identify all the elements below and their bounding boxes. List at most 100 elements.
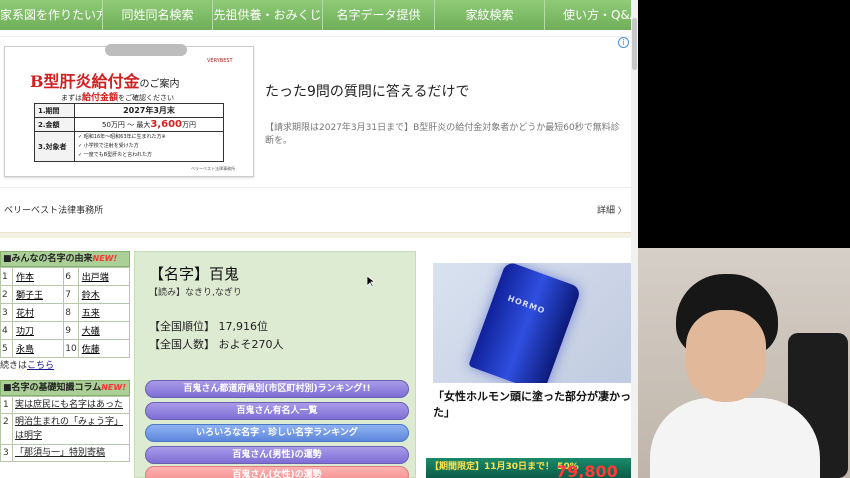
table-row: 2 明治生まれの「みょう字」は明字 xyxy=(0,413,130,445)
ad-sale-banner[interactable]: 【期間限定】11月30日まで！ 50% 79,800 xyxy=(426,458,631,478)
ad-detail-label: 詳細 xyxy=(597,206,616,216)
table-row: 4 功刀 9 大礒 xyxy=(0,321,131,340)
rank-name-link[interactable]: 功刀 xyxy=(11,321,65,340)
ad-headline[interactable]: たった9問の質問に答えるだけで xyxy=(265,81,470,101)
column-link[interactable]: 「那須与一」特別寄稿 xyxy=(12,444,130,462)
table-row: 2 獅子王 7 鈴木 xyxy=(0,285,131,304)
more-prefix: 続きは xyxy=(0,361,28,371)
rank-number: 1 xyxy=(0,267,13,286)
ranking-table: 1 作本 6 出戸端 2 獅子王 7 鈴木 3 花村 8 五来 4 功刀 9 大… xyxy=(0,267,131,358)
ad-condition: ✓ 昭和16年〜昭和63年に生まれた方※ xyxy=(78,134,166,140)
ad-image-title-text: B型肝炎給付金 xyxy=(30,72,140,91)
more-line: 続きはこちら xyxy=(0,358,130,374)
ad-info-table: 1.期間 2027年3月末 2.金額 50万円 ～ 最大3,600万円 3.対象… xyxy=(34,103,224,162)
ad-product-headline[interactable]: 「女性ホルモン頭に塗った部分が凄かった」 xyxy=(433,389,631,421)
ad-advertiser[interactable]: ベリーベスト法律事務所 xyxy=(4,203,103,216)
rank-number: 4 xyxy=(0,321,13,340)
bottle-label: HORMO xyxy=(506,293,547,316)
top-nav: 家系図を作りたい方 同姓同名検索 先祖供養・おみくじ 名字データ提供 家紋検索 … xyxy=(0,0,631,30)
webcam-black-area xyxy=(638,0,850,248)
ad-description[interactable]: 【請求期限は2027年3月31日まで】B型肝炎の給付金対象者かどうか最短60秒で… xyxy=(265,122,625,148)
table-row: 3 花村 8 五来 xyxy=(0,303,131,322)
bottle-image: HORMO xyxy=(468,263,582,383)
nav-how-to-qa[interactable]: 使い方・Q&A xyxy=(545,0,631,30)
rank-name-link[interactable]: 鈴木 xyxy=(77,285,131,304)
table-row: 1 作本 6 出戸端 xyxy=(0,267,131,286)
ad-product-image[interactable]: HORMO xyxy=(433,263,631,383)
more-link[interactable]: こちら xyxy=(27,361,54,371)
rank-name-link[interactable]: 作本 xyxy=(11,267,65,286)
ad-condition: ✓ 一度でもB型肝炎と言われた方 xyxy=(78,152,152,158)
screen: 家系図を作りたい方 同姓同名検索 先祖供養・おみくじ 名字データ提供 家紋検索 … xyxy=(0,0,850,478)
ad-image[interactable]: VERYBEST B型肝炎給付金のご案内 まずは給付金額をご確認ください 1.期… xyxy=(4,44,254,177)
ad-row-value: ✓ 昭和16年〜昭和63年に生まれた方※ ✓ 小学校で注射を受けた方 ✓ 一度で… xyxy=(74,131,224,162)
ad-condition: ✓ 小学校で注射を受けた方 xyxy=(78,143,139,149)
ad-amount-suffix: 万円 xyxy=(182,121,196,129)
national-count-label: 【全国人数】 xyxy=(149,338,215,351)
famous-people-button[interactable]: 百鬼さん有名人一覧 xyxy=(145,402,409,420)
rank-name-link[interactable]: 永島 xyxy=(11,339,65,358)
new-badge: NEW! xyxy=(101,383,126,392)
ad-image-firm: ベリーベスト法律事務所 xyxy=(191,166,236,171)
rank-name-link[interactable]: 獅子王 xyxy=(11,285,65,304)
rank-name-link[interactable]: 大礒 xyxy=(77,321,131,340)
scrollbar-thumb[interactable] xyxy=(632,18,637,70)
ad-sale-price: 79,800 xyxy=(556,462,618,478)
table-row: 5 永島 10 佐藤 xyxy=(0,339,131,358)
column-heading-text: ■名字の基礎知識コラム xyxy=(3,383,102,393)
nav-surname-data[interactable]: 名字データ提供 xyxy=(323,0,435,30)
new-badge: NEW! xyxy=(92,254,118,263)
rank-number: 10 xyxy=(63,339,79,358)
national-count-value: およそ270人 xyxy=(218,338,284,351)
nav-ancestor-memorial[interactable]: 先祖供養・おみくじ xyxy=(213,0,323,30)
section-divider xyxy=(0,232,631,238)
ad-info-icon[interactable]: i xyxy=(618,37,629,48)
column-heading: ■名字の基礎知識コラムNEW! xyxy=(0,380,130,396)
rank-number: 3 xyxy=(0,303,13,322)
rank-name-link[interactable]: 花村 xyxy=(11,303,65,322)
table-row: 1 実は庶民にも名字はあった xyxy=(0,396,130,414)
national-count: 【全国人数】 およそ270人 xyxy=(149,336,284,352)
nav-family-tree[interactable]: 家系図を作りたい方 xyxy=(0,0,103,30)
rank-name-link[interactable]: 五来 xyxy=(77,303,131,322)
right-ad-column: HORMO 「女性ホルモン頭に塗った部分が凄かった」 【期間限定】11月30日ま… xyxy=(426,251,631,478)
column-number: 2 xyxy=(0,413,13,445)
chevron-right-icon: 〉 xyxy=(617,206,626,215)
ad-row-label: 3.対象者 xyxy=(34,131,75,162)
ad-row-label: 1.期間 xyxy=(34,103,75,118)
person-face xyxy=(686,310,766,402)
column-number: 1 xyxy=(0,396,13,414)
ad-image-title-suffix: のご案内 xyxy=(139,79,180,90)
rare-surname-ranking-button[interactable]: いろいろな名字・珍しい名字ランキング xyxy=(145,424,409,442)
rank-number: 8 xyxy=(63,303,79,322)
rank-number: 2 xyxy=(0,285,13,304)
ad-banner[interactable]: i VERYBEST B型肝炎給付金のご案内 まずは給付金額をご確認ください 1… xyxy=(0,36,631,232)
ad-row-label: 2.金額 xyxy=(34,117,75,132)
ad-image-title: B型肝炎給付金のご案内 xyxy=(30,68,180,92)
male-fortune-button[interactable]: 百鬼さん(男性)の運勢 xyxy=(145,446,409,464)
nav-family-crest[interactable]: 家紋検索 xyxy=(435,0,545,30)
column-link[interactable]: 実は庶民にも名字はあった xyxy=(12,396,130,414)
rank-name-link[interactable]: 出戸端 xyxy=(77,267,131,286)
ad-sub-suffix: をご確認ください xyxy=(118,94,175,102)
ad-detail-link[interactable]: 詳細 〉 xyxy=(597,203,626,216)
ad-image-subtitle: まずは給付金額をご確認ください xyxy=(61,90,174,103)
scrollbar[interactable] xyxy=(631,0,638,478)
person-body xyxy=(650,398,820,478)
prefecture-ranking-button[interactable]: 百鬼さん都道府県別(市区町村別)ランキング!! xyxy=(145,380,409,398)
ad-sub-emphasis: 給付金額 xyxy=(82,93,119,103)
ad-row-value: 2027年3月末 xyxy=(74,103,224,118)
browser-page: 家系図を作りたい方 同姓同名検索 先祖供養・おみくじ 名字データ提供 家紋検索 … xyxy=(0,0,638,478)
female-fortune-button[interactable]: 百鬼さん(女性)の運勢 xyxy=(145,466,409,478)
ad-row-value: 50万円 ～ 最大3,600万円 xyxy=(74,117,224,132)
ad-sub-prefix: まずは xyxy=(61,94,82,102)
rank-number: 9 xyxy=(63,321,79,340)
column-table: 1 実は庶民にも名字はあった 2 明治生まれの「みょう字」は明字 3 「那須与一… xyxy=(0,396,130,462)
ad-amount: 3,600 xyxy=(150,119,182,130)
cursor-arrow-icon xyxy=(367,276,375,288)
column-link[interactable]: 明治生まれの「みょう字」は明字 xyxy=(12,413,130,445)
nav-same-name-search[interactable]: 同姓同名検索 xyxy=(103,0,213,30)
table-row: 3 「那須与一」特別寄稿 xyxy=(0,444,130,462)
rank-name-link[interactable]: 佐藤 xyxy=(77,339,131,358)
ad-amount-prefix: 50万円 ～ 最大 xyxy=(102,121,151,129)
